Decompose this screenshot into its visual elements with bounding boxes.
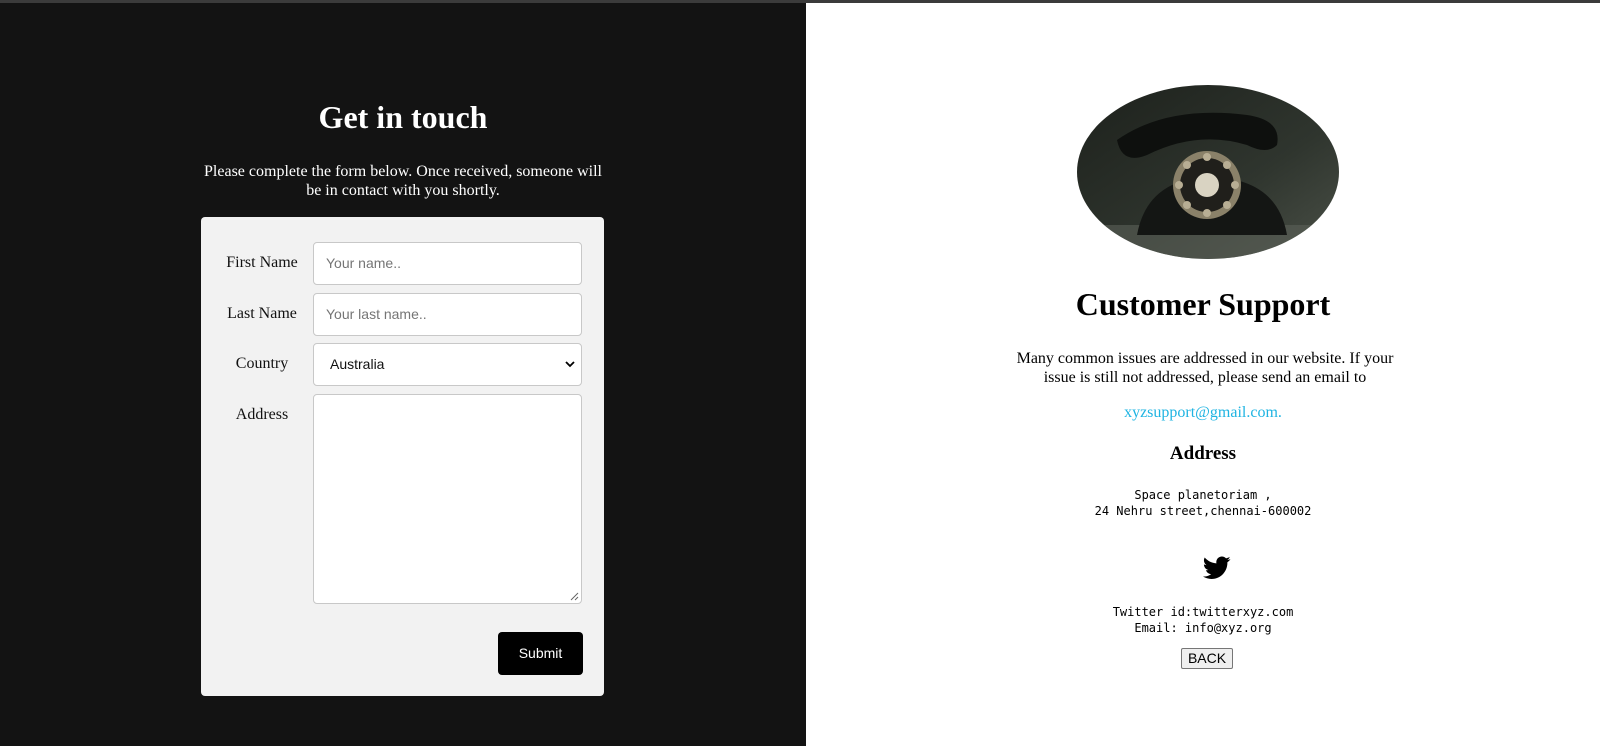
contact-email-text: Email: info@xyz.org bbox=[1134, 621, 1272, 635]
contact-form: First Name Your name.. Last Name Your la… bbox=[201, 217, 604, 696]
country-select-value: Australia bbox=[330, 356, 385, 372]
last-name-label: Last Name bbox=[227, 305, 297, 322]
contact-panel: Get in touch Please complete the form be… bbox=[0, 3, 806, 746]
address-line-1: Space planetoriam , bbox=[1134, 488, 1272, 502]
rotary-telephone-image bbox=[1077, 85, 1339, 259]
back-button[interactable]: BACK bbox=[1181, 648, 1233, 669]
resize-handle-icon[interactable] bbox=[569, 591, 579, 601]
support-email-link[interactable]: xyzsupport@gmail.com. bbox=[806, 404, 1600, 422]
country-select[interactable]: Australia bbox=[313, 343, 582, 386]
support-panel: Customer Support Many common issues are … bbox=[806, 3, 1600, 746]
address-label: Address bbox=[235, 406, 289, 423]
twitter-id-text: Twitter id:twitterxyz.com bbox=[1112, 605, 1294, 619]
page-title: Get in touch bbox=[318, 99, 488, 135]
first-name-input[interactable]: Your name.. bbox=[313, 242, 582, 285]
first-name-label: First Name bbox=[226, 254, 298, 271]
support-description: Many common issues are addressed in our … bbox=[1016, 350, 1394, 386]
address-line-2: 24 Nehru street,chennai-600002 bbox=[1094, 504, 1312, 518]
support-title: Customer Support bbox=[1075, 286, 1331, 322]
address-textarea[interactable] bbox=[313, 394, 582, 604]
chevron-down-icon bbox=[565, 361, 575, 368]
last-name-input[interactable]: Your last name.. bbox=[313, 293, 582, 336]
form-intro: Please complete the form below. Once rec… bbox=[204, 163, 602, 199]
country-label: Country bbox=[235, 355, 289, 372]
address-heading: Address bbox=[1169, 443, 1237, 464]
twitter-icon[interactable] bbox=[1203, 556, 1231, 580]
submit-button[interactable]: Submit bbox=[498, 632, 583, 675]
